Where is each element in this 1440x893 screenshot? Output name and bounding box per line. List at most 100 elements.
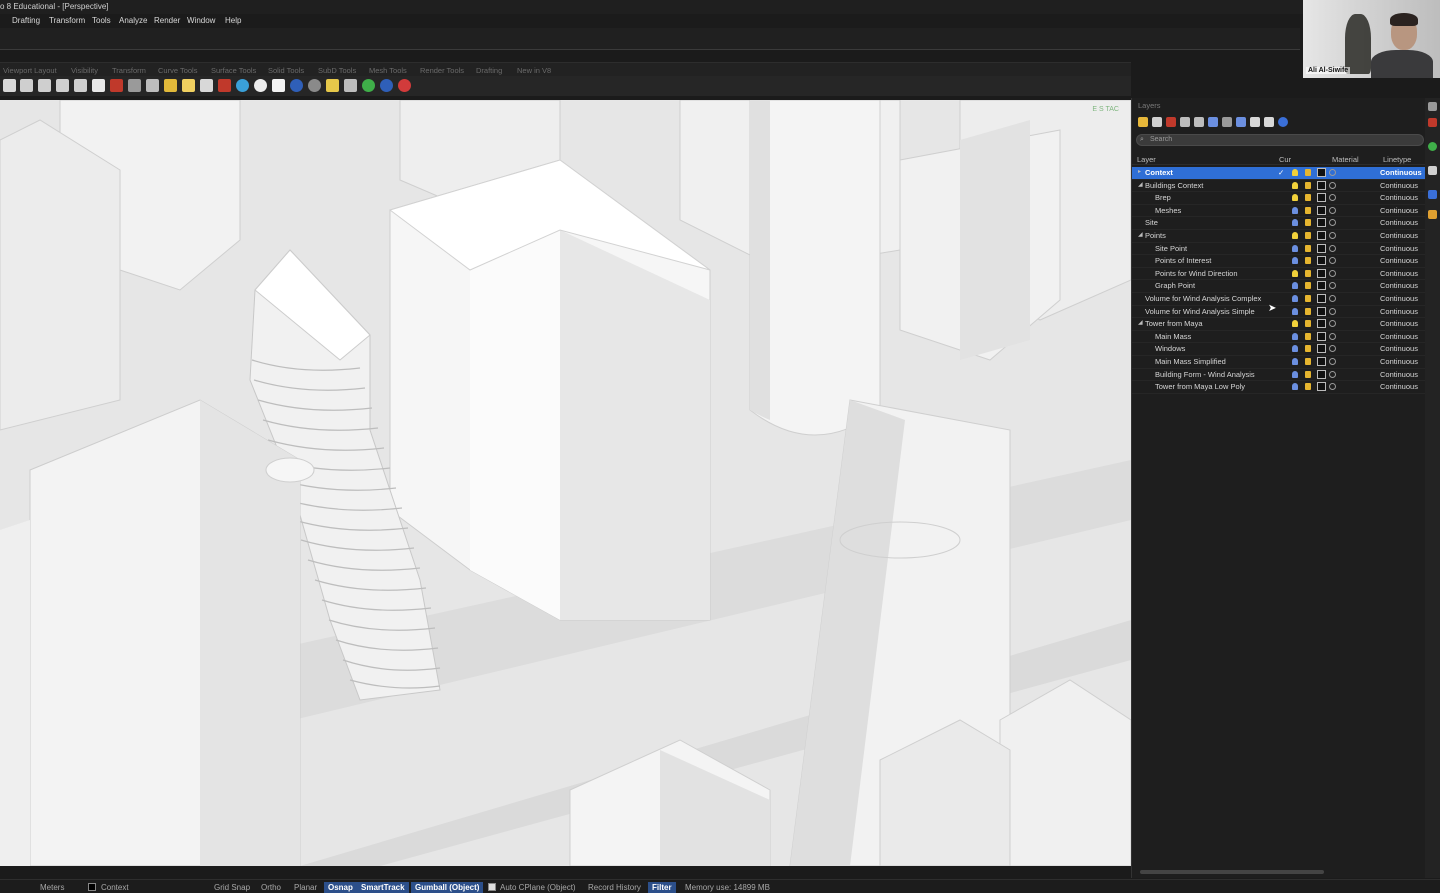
material-circle-icon[interactable] bbox=[1329, 383, 1336, 391]
tab-new-in-v8[interactable]: New in V8 bbox=[517, 66, 551, 75]
grid-snap-toggle[interactable]: Grid Snap bbox=[214, 883, 250, 892]
record-history-toggle[interactable]: Record History bbox=[588, 883, 641, 892]
color-icon[interactable] bbox=[218, 79, 231, 92]
display-icon[interactable] bbox=[1428, 166, 1437, 175]
material-circle-icon[interactable] bbox=[1329, 269, 1336, 277]
tab-drafting[interactable]: Drafting bbox=[476, 66, 502, 75]
material-circle-icon[interactable] bbox=[1329, 307, 1336, 315]
gumball-toggle[interactable]: Gumball (Object) bbox=[411, 882, 484, 893]
layer-color-swatch[interactable] bbox=[1317, 218, 1326, 228]
tab-mesh-tools[interactable]: Mesh Tools bbox=[369, 66, 407, 75]
lock-icon[interactable] bbox=[1305, 269, 1311, 277]
layer-row[interactable]: ▸ Context ✓ Continuous bbox=[1132, 167, 1426, 180]
linetype-value[interactable]: Continuous bbox=[1380, 269, 1418, 278]
material-circle-icon[interactable] bbox=[1329, 181, 1336, 189]
visibility-bulb-icon[interactable] bbox=[1292, 194, 1298, 202]
tab-curve-tools[interactable]: Curve Tools bbox=[158, 66, 197, 75]
material-circle-icon[interactable] bbox=[1329, 194, 1336, 202]
linetype-value[interactable]: Continuous bbox=[1380, 344, 1418, 353]
menu-tools[interactable]: Tools bbox=[92, 16, 111, 25]
tab-viewport-layout[interactable]: Viewport Layout bbox=[3, 66, 57, 75]
named-views-icon[interactable] bbox=[164, 79, 177, 92]
light-bulb-icon[interactable] bbox=[182, 79, 195, 92]
layer-row[interactable]: Points for Wind Direction Continuous bbox=[1132, 268, 1426, 281]
visibility-bulb-icon[interactable] bbox=[1292, 181, 1298, 189]
move-up-icon[interactable] bbox=[1194, 117, 1204, 127]
help-icon[interactable] bbox=[380, 79, 393, 92]
linetype-value[interactable]: Continuous bbox=[1380, 281, 1418, 290]
auto-cplane-toggle[interactable]: Auto CPlane (Object) bbox=[500, 883, 576, 892]
layer-row[interactable]: Building Form - Wind Analysis Continuous bbox=[1132, 369, 1426, 382]
material-circle-icon[interactable] bbox=[1329, 206, 1336, 214]
duplicate-layer-icon[interactable] bbox=[1180, 117, 1190, 127]
linetype-value[interactable]: Continuous bbox=[1380, 218, 1418, 227]
menu-help[interactable]: Help bbox=[225, 16, 241, 25]
visibility-bulb-icon[interactable] bbox=[1292, 295, 1298, 302]
visibility-bulb-icon[interactable] bbox=[1292, 345, 1298, 353]
perspective-viewport[interactable]: E S TAC bbox=[0, 100, 1131, 866]
visibility-bulb-icon[interactable] bbox=[1292, 269, 1298, 277]
tab-solid-tools[interactable]: Solid Tools bbox=[268, 66, 304, 75]
material-circle-icon[interactable] bbox=[1329, 282, 1336, 290]
auto-cplane-checkbox[interactable] bbox=[488, 883, 496, 891]
visibility-bulb-icon[interactable] bbox=[1292, 383, 1298, 391]
linetype-value[interactable]: Continuous bbox=[1380, 370, 1418, 379]
visibility-bulb-icon[interactable] bbox=[1292, 307, 1298, 315]
color-wheel-icon[interactable] bbox=[236, 79, 249, 92]
layer-search-input[interactable]: ⌕ Search bbox=[1136, 134, 1424, 146]
move-down-icon[interactable] bbox=[1208, 117, 1218, 127]
layer-color-swatch[interactable] bbox=[1317, 281, 1326, 291]
linetype-value[interactable]: Continuous bbox=[1380, 244, 1418, 253]
linetype-value[interactable]: Continuous bbox=[1380, 168, 1422, 177]
linetype-value[interactable]: Continuous bbox=[1380, 319, 1418, 328]
visibility-bulb-icon[interactable] bbox=[1292, 244, 1298, 252]
material-icon[interactable] bbox=[290, 79, 303, 92]
layer-color-swatch[interactable] bbox=[1317, 331, 1326, 341]
lock-icon[interactable] bbox=[1305, 244, 1311, 252]
command-area[interactable] bbox=[0, 28, 1300, 50]
lock-icon[interactable] bbox=[1305, 181, 1311, 189]
layer-list-icon[interactable] bbox=[1264, 117, 1274, 127]
new-layer-icon[interactable] bbox=[1138, 117, 1148, 127]
lock-icon[interactable] bbox=[1305, 370, 1311, 378]
menu-transform[interactable]: Transform bbox=[49, 16, 85, 25]
material-circle-icon[interactable] bbox=[1329, 320, 1336, 328]
linetype-value[interactable]: Continuous bbox=[1380, 231, 1418, 240]
camera-icon[interactable] bbox=[128, 79, 141, 92]
layer-row[interactable]: Points of Interest Continuous bbox=[1132, 255, 1426, 268]
zoom-window-icon[interactable] bbox=[20, 79, 33, 92]
material-circle-icon[interactable] bbox=[1329, 169, 1336, 176]
current-layer-check-icon[interactable]: ✓ bbox=[1278, 168, 1284, 177]
tab-transform[interactable]: Transform bbox=[112, 66, 146, 75]
layer-color-swatch[interactable] bbox=[1317, 306, 1326, 316]
lock-icon[interactable] bbox=[1305, 320, 1311, 328]
current-layer-label[interactable]: Context bbox=[101, 883, 129, 892]
material-circle-icon[interactable] bbox=[1329, 257, 1336, 265]
linetype-value[interactable]: Continuous bbox=[1380, 382, 1418, 391]
sun-icon[interactable] bbox=[326, 79, 339, 92]
visibility-bulb-icon[interactable] bbox=[1292, 320, 1298, 328]
expand-icon[interactable]: ◢ bbox=[1138, 319, 1143, 326]
osnap-toggle[interactable]: Osnap bbox=[324, 882, 357, 893]
grid-icon[interactable] bbox=[272, 79, 285, 92]
materials-icon[interactable] bbox=[1428, 142, 1437, 151]
layer-row[interactable]: Meshes Continuous bbox=[1132, 205, 1426, 218]
planar-toggle[interactable]: Planar bbox=[294, 883, 317, 892]
layer-color-swatch[interactable] bbox=[88, 883, 96, 891]
layer-row[interactable]: Tower from Maya Low Poly Continuous bbox=[1132, 381, 1426, 394]
expand-icon[interactable]: ▸ bbox=[1138, 168, 1141, 175]
layer-row[interactable]: Site Point Continuous bbox=[1132, 243, 1426, 256]
lock-icon[interactable] bbox=[1305, 206, 1311, 214]
layer-row[interactable]: Volume for Wind Analysis Complex Continuo… bbox=[1132, 293, 1426, 306]
layer-grid-icon[interactable] bbox=[1250, 117, 1260, 127]
layer-color-swatch[interactable] bbox=[1317, 168, 1326, 177]
layer-row[interactable]: ◢ Points Continuous bbox=[1132, 230, 1426, 243]
four-viewports-icon[interactable] bbox=[92, 79, 105, 92]
properties-icon[interactable] bbox=[1428, 118, 1437, 127]
layer-color-swatch[interactable] bbox=[1317, 382, 1326, 392]
visibility-bulb-icon[interactable] bbox=[1292, 206, 1298, 214]
layer-row[interactable]: ◢ Tower from Maya Continuous bbox=[1132, 318, 1426, 331]
tab-visibility[interactable]: Visibility bbox=[71, 66, 98, 75]
lock-icon[interactable] bbox=[1305, 257, 1311, 265]
smarttrack-toggle[interactable]: SmartTrack bbox=[357, 882, 409, 893]
